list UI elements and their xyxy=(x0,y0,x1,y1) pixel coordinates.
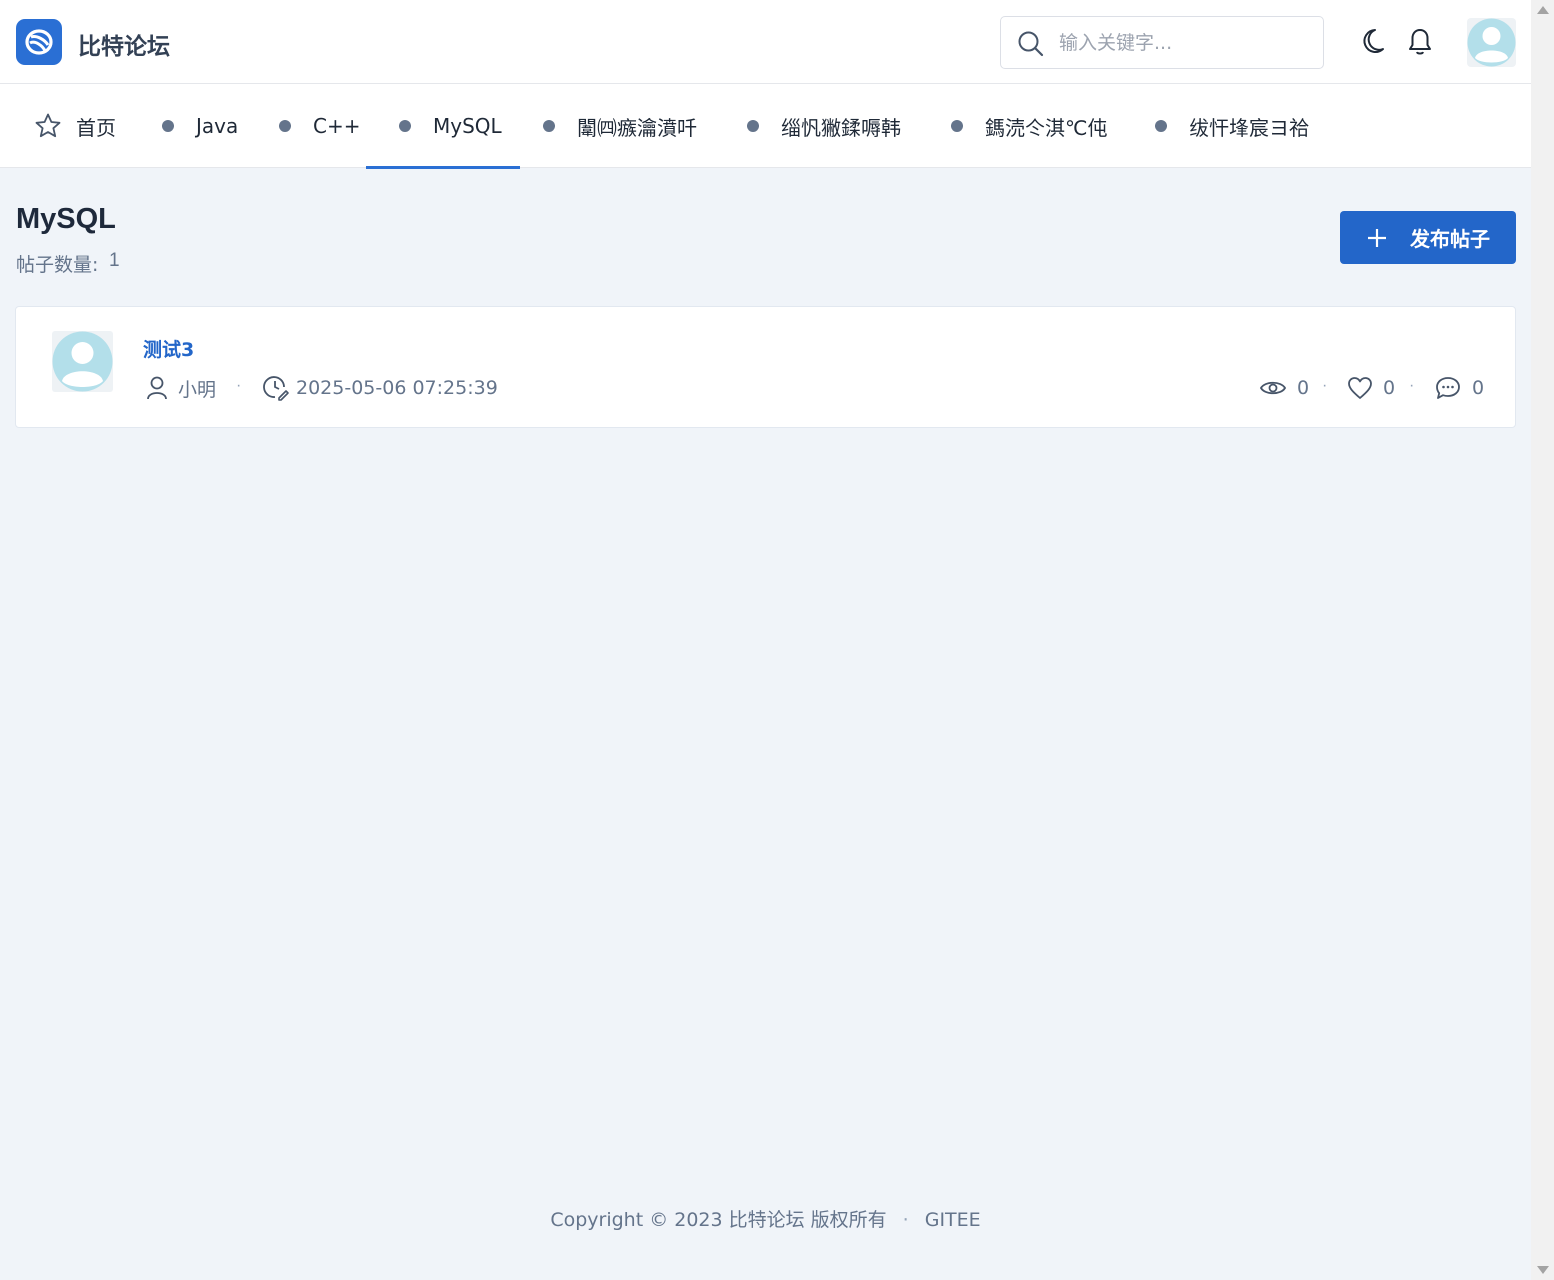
nav-item-6[interactable]: 鎷涜仒淇℃伅 xyxy=(951,84,1107,168)
top-header: 比特论坛 xyxy=(0,0,1531,84)
dot-icon xyxy=(543,120,555,132)
author-name: 小明 xyxy=(178,378,217,401)
author-avatar[interactable] xyxy=(52,331,113,392)
star-icon xyxy=(34,112,62,140)
post-comments[interactable]: 0 xyxy=(1434,374,1484,402)
nav-item-label: 绂忓埄宸ヨ祫 xyxy=(1189,115,1309,140)
nav-item-7[interactable]: 绂忓埄宸ヨ祫 xyxy=(1155,84,1309,168)
like-count: 0 xyxy=(1383,377,1396,399)
publish-post-button[interactable]: 发布帖子 xyxy=(1340,211,1516,264)
nav-item-label: 鎷涜仒淇℃伅 xyxy=(985,115,1108,140)
dot-icon xyxy=(399,120,411,132)
comment-count: 0 xyxy=(1472,377,1485,399)
search-input[interactable] xyxy=(1059,27,1309,59)
page: 比特论坛 输入关键字... 首页 Java C++ MySQL 闈㈣瘯瀹濆吀 缁… xyxy=(0,0,1531,1280)
post-card[interactable]: 测试3 小明 · 2025-05-06 07:25:39 0 · 0 · 0 xyxy=(15,306,1516,428)
nav-item-java[interactable]: Java xyxy=(162,84,238,168)
post-likes[interactable]: 0 xyxy=(1347,374,1395,402)
dot-icon xyxy=(747,120,759,132)
vertical-scrollbar[interactable] xyxy=(1531,0,1554,1280)
scroll-down-arrow-icon[interactable] xyxy=(1537,1266,1549,1274)
meta-separator: · xyxy=(1409,377,1415,394)
search-icon xyxy=(1017,30,1045,63)
comment-icon xyxy=(1434,375,1462,401)
user-avatar[interactable] xyxy=(1467,18,1516,67)
nav-item-label: Java xyxy=(196,114,239,138)
nav-item-label: 缁忛獙鍒嗕韩 xyxy=(781,115,901,140)
post-time: 2025-05-06 07:25:39 xyxy=(262,374,498,402)
view-count: 0 xyxy=(1297,377,1310,399)
meta-separator: · xyxy=(236,377,242,394)
heart-icon xyxy=(1347,376,1373,400)
copyright-text: Copyright © 2023 比特论坛 版权所有 xyxy=(550,1209,887,1231)
category-nav: 首页 Java C++ MySQL 闈㈣瘯瀹濆吀 缁忛獙鍒嗕韩 鎷涜仒淇℃伅 绂… xyxy=(0,84,1531,169)
nav-item-mysql[interactable]: MySQL xyxy=(366,84,520,169)
gitee-link[interactable]: GITEE xyxy=(925,1209,981,1231)
nav-item-cpp[interactable]: C++ xyxy=(279,84,360,168)
moon-icon[interactable] xyxy=(1358,27,1386,62)
post-views: 0 xyxy=(1259,374,1309,402)
logo-icon[interactable] xyxy=(16,19,62,65)
dot-icon xyxy=(162,120,174,132)
post-author[interactable]: 小明 xyxy=(146,374,216,402)
nav-item-label: 闈㈣瘯瀹濆吀 xyxy=(577,115,697,140)
nav-item-5[interactable]: 缁忛獙鍒嗕韩 xyxy=(747,84,901,168)
dot-icon xyxy=(951,120,963,132)
nav-home-label: 首页 xyxy=(76,115,116,140)
nav-item-label: C++ xyxy=(313,114,361,138)
nav-item-label: MySQL xyxy=(433,114,502,138)
post-title[interactable]: 测试3 xyxy=(143,335,194,362)
clock-edit-icon xyxy=(262,374,290,402)
publish-post-label: 发布帖子 xyxy=(1410,227,1490,251)
post-count-label: 帖子数量: xyxy=(16,254,99,276)
footer-separator: · xyxy=(902,1209,909,1231)
brand-name[interactable]: 比特论坛 xyxy=(78,27,170,61)
scroll-up-arrow-icon[interactable] xyxy=(1537,6,1549,14)
dot-icon xyxy=(279,120,291,132)
post-count-value: 1 xyxy=(109,250,120,271)
bell-icon[interactable] xyxy=(1407,27,1433,62)
user-icon xyxy=(146,375,168,401)
nav-item-4[interactable]: 闈㈣瘯瀹濆吀 xyxy=(543,84,697,168)
post-timestamp: 2025-05-06 07:25:39 xyxy=(296,377,498,399)
dot-icon xyxy=(1155,120,1167,132)
search-box[interactable] xyxy=(1000,16,1324,69)
nav-item-home[interactable]: 首页 xyxy=(34,84,116,168)
board-title: MySQL xyxy=(16,203,116,235)
eye-icon xyxy=(1259,377,1287,399)
meta-separator: · xyxy=(1322,377,1328,394)
footer: Copyright © 2023 比特论坛 版权所有 · GITEE xyxy=(0,1205,1531,1232)
plus-icon xyxy=(1366,227,1388,249)
